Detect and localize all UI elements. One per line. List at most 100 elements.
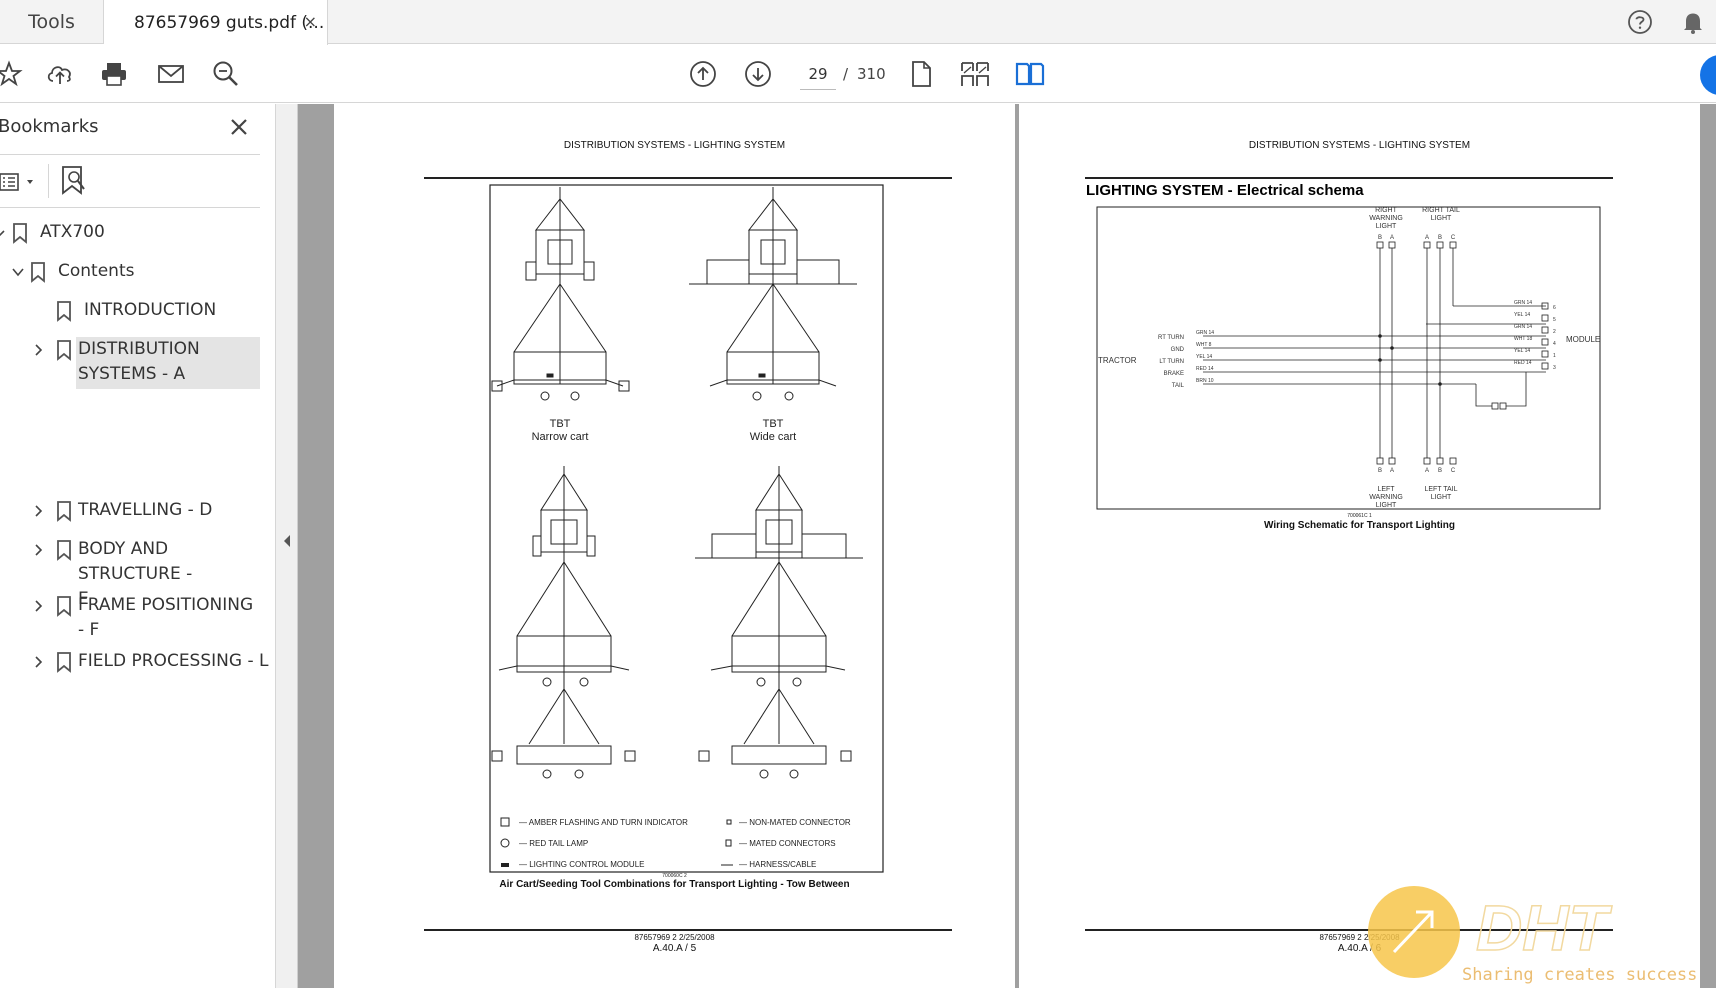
bookmark-icon (54, 298, 74, 323)
toolbar: / 310 (0, 45, 1716, 103)
pin-name: GND (1171, 347, 1185, 353)
collapse-panel-icon[interactable] (282, 534, 292, 548)
chevron-right-icon[interactable] (28, 537, 48, 562)
schematic-label: LIGHT (1376, 502, 1397, 509)
acrobat-window: Tools 87657969 guts.pdf (... × 29 / 310 … (0, 0, 1716, 988)
diagram-label: TBT (550, 418, 571, 430)
single-page-icon[interactable] (904, 57, 938, 91)
bookmark-field-processing[interactable]: FIELD PROCESSING - L (28, 649, 274, 674)
page-number-input[interactable] (800, 58, 836, 90)
pin-label: B (1438, 235, 1442, 241)
bookmark-icon (28, 259, 48, 284)
diagram-label: Narrow cart (532, 431, 589, 443)
pin-number: 2 (1553, 329, 1556, 335)
bookmark-icon (54, 537, 74, 562)
page-header: DISTRIBUTION SYSTEMS - LIGHTING SYSTEM (563, 140, 786, 151)
next-page-icon[interactable] (741, 57, 775, 91)
bookmark-icon (54, 337, 74, 362)
close-tab-icon[interactable]: × (304, 12, 317, 31)
previous-page-icon[interactable] (686, 57, 720, 91)
close-icon[interactable] (228, 116, 250, 138)
pin-label: B (1378, 468, 1382, 474)
footer-rule (424, 929, 952, 931)
bookmark-label: ATX700 (40, 222, 105, 242)
bookmark-label: TRAVELLING - D (78, 500, 213, 520)
print-icon[interactable] (97, 57, 131, 91)
schematic-label: LEFT TAIL (1424, 486, 1457, 493)
page-thumbnails-icon[interactable] (958, 57, 992, 91)
figure-caption: Wiring Schematic for Transport Lighting (1263, 520, 1456, 531)
chevron-down-icon[interactable] (8, 259, 28, 284)
chevron-right-icon[interactable] (28, 649, 48, 674)
add-bookmark-icon[interactable] (58, 164, 88, 198)
chevron-down-icon[interactable] (0, 220, 10, 245)
wire-label: YEL 14 (1514, 348, 1530, 354)
header-rule (424, 177, 952, 179)
pin-number: 4 (1553, 341, 1556, 347)
schematic-label: RIGHT TAIL (1422, 207, 1460, 214)
bookmark-distribution-systems[interactable]: DISTRIBUTION SYSTEMS - A (28, 337, 260, 389)
tab-bar: Tools 87657969 guts.pdf (... × (0, 0, 1716, 45)
figure-id: 700061C 1 (1347, 513, 1372, 519)
pin-name: BRAKE (1164, 371, 1184, 377)
diagram-label: Wide cart (750, 431, 796, 443)
pin-number: 6 (1553, 305, 1556, 311)
schematic-label: LIGHT (1376, 223, 1397, 230)
wire-label: BRN 10 (1196, 378, 1214, 384)
schematic-label: LEFT (1377, 486, 1395, 493)
mail-icon[interactable] (154, 57, 188, 91)
bookmark-introduction[interactable]: INTRODUCTION (54, 298, 216, 323)
pin-number: 1 (1553, 353, 1556, 359)
tab-tools[interactable]: Tools (0, 0, 104, 44)
legend-text: — LIGHTING CONTROL MODULE (519, 860, 645, 869)
zoom-search-icon[interactable] (209, 57, 243, 91)
schematic-label: LIGHT (1431, 494, 1452, 501)
chevron-right-icon[interactable] (28, 498, 48, 523)
document-view[interactable]: DISTRIBUTION SYSTEMS - LIGHTING SYSTEM T… (298, 104, 1716, 988)
chevron-right-icon[interactable] (28, 593, 48, 618)
bookmark-icon (54, 649, 74, 674)
pin-label: A (1425, 235, 1429, 241)
pin-name: LT TURN (1159, 359, 1184, 365)
wire-label: GRN 14 (1514, 300, 1532, 306)
star-icon[interactable] (0, 57, 26, 91)
watermark-logo-text: DHT (1476, 892, 1612, 964)
tab-document[interactable]: 87657969 guts.pdf (... × (104, 0, 328, 45)
module-label: MODULE (1566, 335, 1600, 344)
upload-icon[interactable] (43, 57, 77, 91)
legend-text: — AMBER FLASHING AND TURN INDICATOR (519, 818, 688, 827)
bookmark-frame-positioning[interactable]: FRAME POSITIONING - F (28, 593, 268, 643)
schematic-label: LIGHT (1431, 215, 1452, 222)
bookmarks-title: Bookmarks (0, 116, 99, 137)
header-rule (1085, 177, 1613, 179)
pin-label: C (1451, 468, 1456, 474)
bookmark-options-icon[interactable] (0, 166, 40, 198)
wire-label: GRN 14 (1196, 330, 1214, 336)
help-icon[interactable] (1627, 9, 1653, 35)
page-header: DISTRIBUTION SYSTEMS - LIGHTING SYSTEM (1248, 140, 1471, 151)
total-pages: 310 (857, 65, 886, 83)
legend-text: — RED TAIL LAMP (519, 839, 588, 848)
bookmark-icon (54, 593, 74, 618)
bookmark-travelling[interactable]: TRAVELLING - D (28, 498, 212, 523)
chevron-right-icon[interactable] (28, 337, 48, 362)
pin-number: 5 (1553, 317, 1556, 323)
pin-name: RT TURN (1158, 335, 1184, 341)
two-page-view-icon[interactable] (1013, 57, 1047, 91)
bookmark-label: DISTRIBUTION SYSTEMS - A (76, 337, 260, 389)
notification-bell-icon[interactable] (1680, 9, 1706, 35)
panel-splitter[interactable] (276, 104, 298, 988)
wire-label: YEL 14 (1196, 354, 1212, 360)
schematic-label: RIGHT (1375, 207, 1398, 214)
panel-divider (0, 154, 260, 155)
bookmark-label: FIELD PROCESSING - L (78, 651, 269, 671)
bookmarks-panel: Bookmarks ATX700 Contents INTRODUCTION D… (0, 104, 276, 988)
pin-label: B (1378, 235, 1382, 241)
pin-label: A (1425, 468, 1429, 474)
pin-label: C (1451, 235, 1456, 241)
schematic-label: WARNING (1369, 215, 1403, 222)
bookmark-atx700[interactable]: ATX700 (0, 220, 105, 245)
bookmark-label: INTRODUCTION (84, 300, 217, 320)
bookmark-contents[interactable]: Contents (8, 259, 134, 284)
tab-tools-label: Tools (28, 11, 75, 33)
